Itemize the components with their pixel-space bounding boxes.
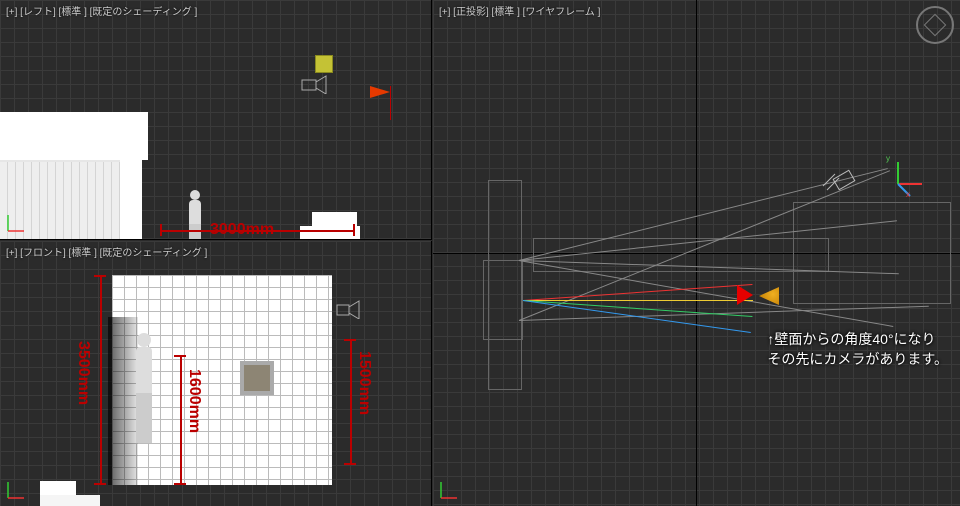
plan-box-far xyxy=(793,202,951,304)
annotation-line1: ↑壁面からの角度40°になり xyxy=(767,331,935,347)
target-marker xyxy=(737,285,753,305)
dim-label-3000: 3000mm xyxy=(210,221,274,239)
dim-label-1500: 1500mm xyxy=(355,351,373,415)
step-2 xyxy=(312,212,357,226)
axis-gizmo-right xyxy=(437,478,461,502)
selection-gizmo[interactable] xyxy=(315,55,333,73)
axis-gizmo-left-top xyxy=(4,211,28,235)
plan-box-2 xyxy=(488,180,522,390)
annotation-line2: その先にカメラがあります。 xyxy=(767,351,948,367)
color-line xyxy=(523,284,753,301)
viewport-top[interactable]: [+] [正投影] [標準 ] [ワイヤフレーム ] x y xyxy=(433,0,960,506)
annotation-note: ↑壁面からの角度40°になり その先にカメラがあります。 xyxy=(767,330,948,369)
step-1 xyxy=(300,226,360,240)
steps-front xyxy=(40,481,140,506)
dim-bar-1500 xyxy=(350,339,352,465)
dim-bar-3500 xyxy=(100,275,102,485)
viewport-label-top[interactable]: [+] [正投影] [標準 ] [ワイヤフレーム ] xyxy=(439,3,600,18)
color-line xyxy=(523,300,751,333)
dim-label-3500: 3500mm xyxy=(74,341,92,405)
viewport-front[interactable]: [+] [フロント] [標準 ] [既定のシェーディング ] 3500mm 16… xyxy=(0,241,432,506)
color-line xyxy=(523,300,753,301)
camera-icon-front[interactable] xyxy=(335,299,363,319)
color-line xyxy=(523,300,753,317)
scene-left xyxy=(0,84,350,214)
viewport-label-front[interactable]: [+] [フロント] [標準 ] [既定のシェーディング ] xyxy=(6,244,207,259)
human-figure xyxy=(186,190,204,240)
axis-tripod[interactable]: x y xyxy=(888,158,924,194)
axis-gizmo-left-bot xyxy=(4,478,28,502)
axis-y-label: y xyxy=(886,154,890,163)
axis-x-label: x xyxy=(906,190,910,199)
dim-label-1600: 1600mm xyxy=(185,369,203,433)
viewport-label-left[interactable]: [+] [レフト] [標準 ] [既定のシェーディング ] xyxy=(6,3,197,18)
viewcube[interactable] xyxy=(916,6,954,44)
window xyxy=(240,361,274,395)
camera-object[interactable] xyxy=(821,164,861,194)
viewport-left[interactable]: [+] [レフト] [標準 ] [既定のシェーディング ] 3000mm xyxy=(0,0,432,240)
dim-bar-1600 xyxy=(180,355,182,485)
flag-marker xyxy=(370,86,391,120)
column xyxy=(120,124,142,240)
human-figure-front xyxy=(133,333,155,443)
